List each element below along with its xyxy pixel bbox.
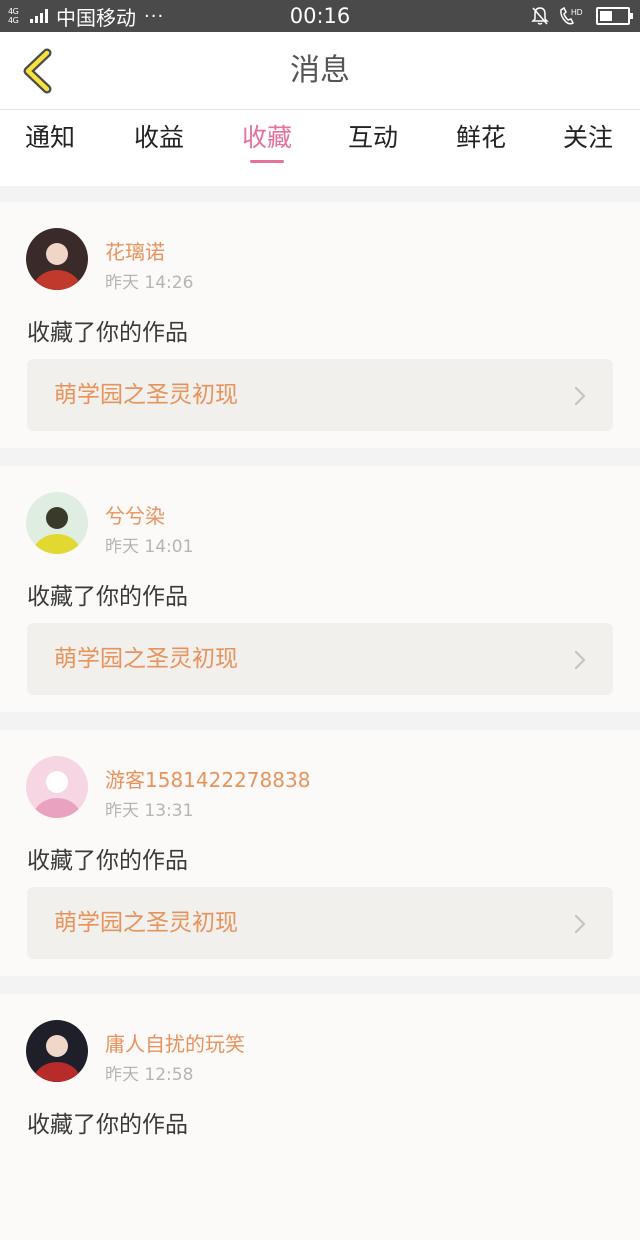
- network-label: 4G 4G: [8, 7, 19, 25]
- action-text: 收藏了你的作品: [27, 584, 188, 610]
- work-link[interactable]: 萌学园之圣灵初现: [27, 887, 613, 959]
- tab-label: 收益: [133, 123, 184, 152]
- username[interactable]: 庸人自扰的玩笑: [105, 1028, 245, 1057]
- message-card: 庸人自扰的玩笑昨天 12:58 收藏了你的作品: [0, 994, 640, 1240]
- work-title: 萌学园之圣灵初现: [54, 382, 238, 408]
- action-text: 收藏了你的作品: [27, 320, 188, 346]
- avatar[interactable]: [26, 1020, 88, 1082]
- tab-bar: 通知 收益 收藏 互动 鲜花 关注: [0, 110, 640, 186]
- username[interactable]: 花璃诺: [105, 236, 165, 265]
- tab-label: 通知: [24, 123, 75, 152]
- tab-interactions[interactable]: 互动: [319, 110, 427, 186]
- avatar[interactable]: [26, 492, 88, 554]
- carrier-name: 中国移动: [56, 5, 136, 30]
- battery-level: [600, 11, 612, 21]
- action-text: 收藏了你的作品: [27, 848, 188, 874]
- hd-call-icon: HD: [560, 6, 583, 25]
- work-title: 萌学园之圣灵初现: [54, 910, 238, 936]
- chevron-right-icon: [573, 649, 587, 675]
- message-card: 花璃诺昨天 14:26 收藏了你的作品萌学园之圣灵初现: [0, 202, 640, 448]
- battery-icon: [596, 7, 633, 25]
- timestamp: 昨天 13:31: [105, 801, 194, 821]
- tab-label: 收藏: [241, 123, 292, 152]
- work-link[interactable]: 萌学园之圣灵初现: [27, 623, 613, 695]
- signal-icon: [30, 9, 50, 23]
- tab-notifications[interactable]: 通知: [0, 110, 104, 186]
- avatar[interactable]: [26, 228, 88, 290]
- timestamp: 昨天 12:58: [105, 1065, 194, 1085]
- status-left: 4G 4G 中国移动 ···: [0, 2, 164, 31]
- tab-label: 关注: [562, 123, 613, 152]
- status-bar: 4G 4G 中国移动 ··· 00:16 HD: [0, 0, 640, 32]
- username[interactable]: 游客1581422278838: [105, 764, 310, 793]
- timestamp: 昨天 14:01: [105, 537, 194, 557]
- username[interactable]: 兮兮染: [105, 500, 165, 529]
- chevron-right-icon: [573, 913, 587, 939]
- more-notifications-icon: ···: [144, 5, 165, 27]
- active-tab-indicator: [250, 160, 284, 163]
- tab-label: 鲜花: [455, 123, 506, 152]
- svg-text:HD: HD: [571, 8, 583, 17]
- timestamp: 昨天 14:26: [105, 273, 194, 293]
- message-card: 游客1581422278838 昨天 13:31 收藏了你的作品萌学园之圣灵初现: [0, 730, 640, 976]
- tab-flowers[interactable]: 鲜花: [427, 110, 535, 186]
- work-title: 萌学园之圣灵初现: [54, 646, 238, 672]
- action-text: 收藏了你的作品: [27, 1112, 188, 1138]
- avatar[interactable]: [26, 756, 88, 818]
- page-title: 消息: [290, 53, 350, 88]
- tab-label: 互动: [347, 123, 398, 152]
- work-link[interactable]: 萌学园之圣灵初现: [27, 359, 613, 431]
- chevron-right-icon: [573, 385, 587, 411]
- mute-bell-icon: [531, 7, 549, 25]
- tab-follows[interactable]: 关注: [534, 110, 640, 186]
- navigation-header: 消息: [0, 32, 640, 110]
- tab-favorites[interactable]: 收藏: [213, 110, 321, 186]
- tab-earnings[interactable]: 收益: [105, 110, 213, 186]
- message-card: 兮兮染昨天 14:01 收藏了你的作品萌学园之圣灵初现: [0, 466, 640, 712]
- status-right: HD: [522, 0, 633, 32]
